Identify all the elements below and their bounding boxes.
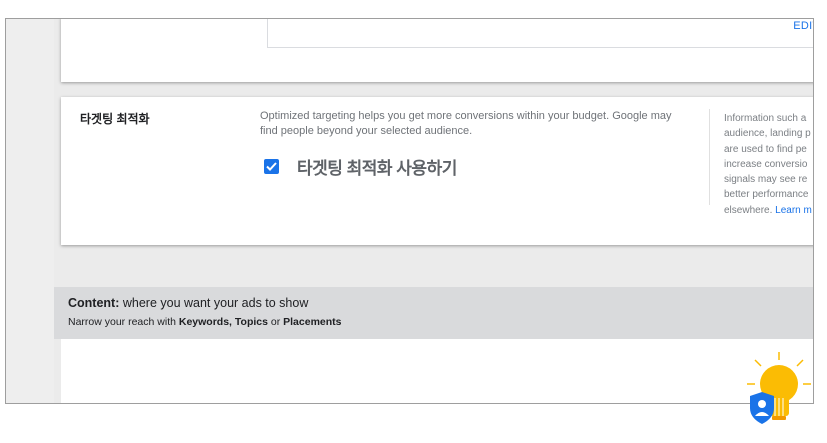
content-section-title: Content: where you want your ads to show bbox=[68, 296, 308, 310]
targeting-checkbox-row[interactable]: 타겟팅 최적화 사용하기 bbox=[264, 154, 457, 179]
info-line: audience, landing p bbox=[724, 128, 811, 140]
content-section-header: Content: where you want your ads to show… bbox=[54, 287, 813, 339]
checkmark-icon bbox=[266, 162, 277, 171]
keywords-link[interactable]: Keywords, bbox=[179, 316, 232, 328]
content-section-body bbox=[61, 339, 813, 403]
learn-more-link[interactable]: Learn m bbox=[775, 205, 812, 216]
info-line: Information such a bbox=[724, 113, 807, 124]
content-title-bold: Content: bbox=[68, 296, 120, 310]
targeting-checkbox[interactable] bbox=[264, 159, 279, 174]
targeting-info-panel: Information such a audience, landing p a… bbox=[724, 111, 813, 218]
left-gutter bbox=[6, 19, 54, 403]
info-line: increase conversio bbox=[724, 158, 808, 170]
placements-link[interactable]: Placements bbox=[283, 316, 341, 328]
info-line: elsewhere. bbox=[724, 204, 773, 216]
info-line: better performance bbox=[724, 189, 809, 201]
targeting-optimization-card: 타겟팅 최적화 Optimized targeting helps you ge… bbox=[61, 97, 813, 245]
targeting-description: Optimized targeting helps you get more c… bbox=[260, 110, 672, 137]
targeting-optimization-title: 타겟팅 최적화 bbox=[80, 112, 150, 126]
topics-link[interactable]: Topics bbox=[235, 316, 268, 328]
edit-link[interactable]: EDIT / bbox=[793, 20, 813, 32]
targeting-checkbox-label[interactable]: 타겟팅 최적화 사용하기 bbox=[297, 154, 457, 179]
lightbulb-tip-icon bbox=[747, 352, 811, 424]
subtitle-prefix: Narrow your reach with bbox=[68, 316, 179, 328]
content-title-rest: where you want your ads to show bbox=[119, 296, 309, 310]
previous-section-box: EDIT / bbox=[267, 19, 813, 48]
screenshot-frame: EDIT / 타겟팅 최적화 Optimized targeting helps… bbox=[5, 18, 814, 404]
previous-section-card: EDIT / bbox=[61, 19, 813, 82]
subtitle-or: or bbox=[267, 316, 284, 328]
info-line: signals may see re bbox=[724, 174, 808, 186]
content-section-subtitle: Narrow your reach with Keywords, Topics … bbox=[68, 316, 342, 328]
info-line-last: elsewhere. Learn m bbox=[724, 203, 813, 218]
info-line: are used to find pe bbox=[724, 143, 807, 155]
vertical-divider bbox=[709, 109, 710, 205]
